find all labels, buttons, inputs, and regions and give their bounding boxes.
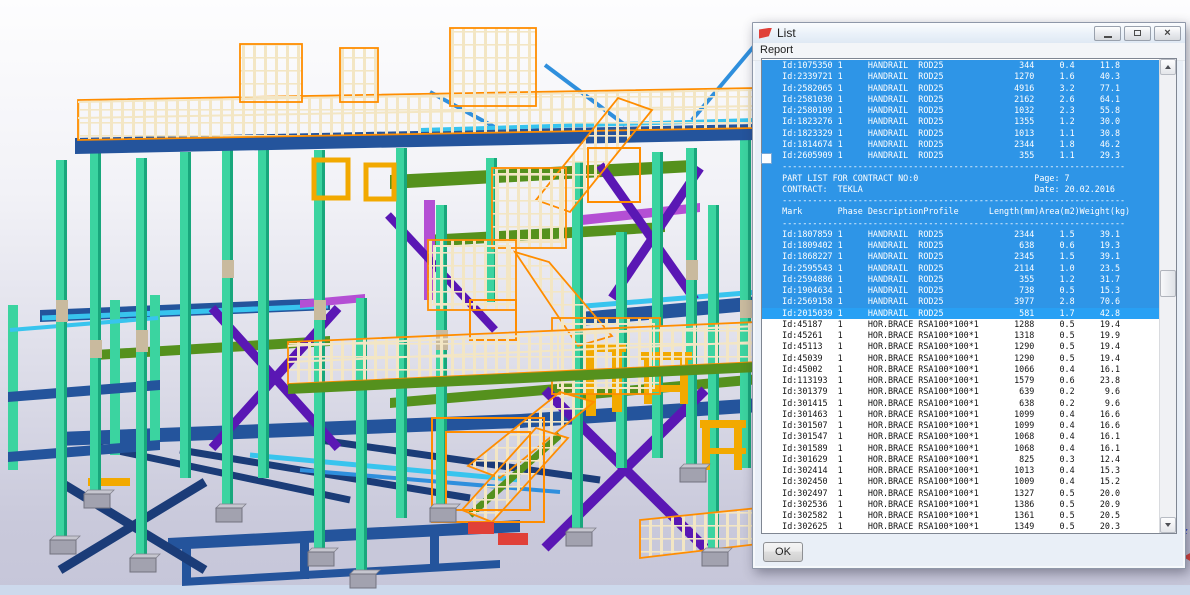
report-line[interactable]: Id:302497 1 HOR.BRACE RSA100*100*1 1327 … xyxy=(762,488,1159,499)
close-icon: × xyxy=(1164,28,1170,39)
report-body[interactable]: Id:1075350 1 HANDRAIL ROD25 344 0.4 11.8… xyxy=(762,60,1159,533)
vertical-scrollbar[interactable] xyxy=(1159,59,1176,533)
report-listbox[interactable]: Id:1075350 1 HANDRAIL ROD25 344 0.4 11.8… xyxy=(761,58,1177,534)
report-line[interactable]: Id:302625 1 HOR.BRACE RSA100*100*1 1349 … xyxy=(762,521,1159,532)
report-line[interactable]: Id:1823329 1 HANDRAIL ROD25 1013 1.1 30.… xyxy=(762,128,1159,139)
report-line[interactable]: ----------------------------------------… xyxy=(762,218,1159,229)
report-line[interactable]: Id:301547 1 HOR.BRACE RSA100*100*1 1068 … xyxy=(762,431,1159,442)
close-button[interactable]: × xyxy=(1154,26,1181,41)
minimize-icon xyxy=(1104,36,1112,38)
report-line[interactable]: ----------------------------------------… xyxy=(762,161,1159,172)
report-line[interactable]: Id:1823276 1 HANDRAIL ROD25 1355 1.2 30.… xyxy=(762,116,1159,127)
report-line[interactable]: Id:45039 1 HOR.BRACE RSA100*100*1 1290 0… xyxy=(762,353,1159,364)
report-line[interactable]: Id:302536 1 HOR.BRACE RSA100*100*1 1386 … xyxy=(762,499,1159,510)
report-line[interactable]: Id:302414 1 HOR.BRACE RSA100*100*1 1013 … xyxy=(762,465,1159,476)
report-line[interactable]: PART LIST FOR CONTRACT NO:0 Page: 7 xyxy=(762,173,1159,184)
report-line[interactable]: Id:302582 1 HOR.BRACE RSA100*100*1 1361 … xyxy=(762,510,1159,521)
report-line[interactable]: Id:1904634 1 HANDRAIL ROD25 738 0.5 15.3 xyxy=(762,285,1159,296)
report-line[interactable]: Id:301507 1 HOR.BRACE RSA100*100*1 1099 … xyxy=(762,420,1159,431)
scroll-down-button[interactable] xyxy=(1160,517,1176,533)
report-line[interactable]: Id:301415 1 HOR.BRACE RSA100*100*1 638 0… xyxy=(762,398,1159,409)
report-line[interactable]: Id:302450 1 HOR.BRACE RSA100*100*1 1009 … xyxy=(762,476,1159,487)
report-line[interactable]: Id:45187 1 HOR.BRACE RSA100*100*1 1288 0… xyxy=(762,319,1159,330)
report-line[interactable]: CONTRACT: TEKLA Date: 20.02.2016 xyxy=(762,184,1159,195)
report-line[interactable]: Id:2582065 1 HANDRAIL ROD25 4916 3.2 77.… xyxy=(762,83,1159,94)
scroll-up-icon xyxy=(1165,65,1171,69)
maximize-button[interactable] xyxy=(1124,26,1151,41)
report-line[interactable]: Id:1807859 1 HANDRAIL ROD25 2344 1.5 39.… xyxy=(762,229,1159,240)
report-line[interactable]: Id:2581030 1 HANDRAIL ROD25 2162 2.6 64.… xyxy=(762,94,1159,105)
window-title: List xyxy=(777,23,1091,43)
scroll-down-icon xyxy=(1165,523,1171,527)
scrollbar-thumb[interactable] xyxy=(1160,270,1176,297)
maximize-icon xyxy=(1134,30,1141,36)
title-bar[interactable]: List × xyxy=(753,23,1185,43)
caret-marker xyxy=(761,153,772,164)
report-line[interactable]: Id:301379 1 HOR.BRACE RSA100*100*1 639 0… xyxy=(762,386,1159,397)
screen: { "window": { "title": "List", "menu_ite… xyxy=(0,0,1190,595)
scroll-up-button[interactable] xyxy=(1160,59,1176,75)
report-line[interactable]: Id:301629 1 HOR.BRACE RSA100*100*1 825 0… xyxy=(762,454,1159,465)
report-line[interactable]: Id:2594886 1 HANDRAIL ROD25 355 1.2 31.7 xyxy=(762,274,1159,285)
report-line[interactable]: Id:2569158 1 HANDRAIL ROD25 3977 2.8 70.… xyxy=(762,296,1159,307)
minimize-button[interactable] xyxy=(1094,26,1121,41)
report-line[interactable]: Id:2015039 1 HANDRAIL ROD25 581 1.7 42.8 xyxy=(762,308,1159,319)
report-line[interactable]: Id:1814674 1 HANDRAIL ROD25 2344 1.8 46.… xyxy=(762,139,1159,150)
report-line[interactable]: ----------------------------------------… xyxy=(762,195,1159,206)
report-line[interactable]: Id:113193 1 HOR.BRACE RSA100*100*1 1579 … xyxy=(762,375,1159,386)
report-line[interactable]: Id:2339721 1 HANDRAIL ROD25 1270 1.6 40.… xyxy=(762,71,1159,82)
menu-item-report[interactable]: Report xyxy=(760,44,793,56)
ok-button[interactable]: OK xyxy=(763,542,803,562)
list-window: List × Report Id:1075350 1 HANDRAIL ROD2… xyxy=(752,22,1186,569)
top-walkway xyxy=(75,88,755,154)
report-line[interactable]: Id:301463 1 HOR.BRACE RSA100*100*1 1099 … xyxy=(762,409,1159,420)
report-line[interactable]: Id:2605909 1 HANDRAIL ROD25 355 1.1 29.3 xyxy=(762,150,1159,161)
report-line[interactable]: Id:2580109 1 HANDRAIL ROD25 1032 2.3 55.… xyxy=(762,105,1159,116)
report-line[interactable]: Id:1809402 1 HANDRAIL ROD25 638 0.6 19.3 xyxy=(762,240,1159,251)
report-line[interactable]: Id:1868227 1 HANDRAIL ROD25 2345 1.5 39.… xyxy=(762,251,1159,262)
report-line[interactable]: Id:1075350 1 HANDRAIL ROD25 344 0.4 11.8 xyxy=(762,60,1159,71)
report-line[interactable]: Id:301589 1 HOR.BRACE RSA100*100*1 1068 … xyxy=(762,443,1159,454)
report-line[interactable]: Id:45002 1 HOR.BRACE RSA100*100*1 1066 0… xyxy=(762,364,1159,375)
report-line[interactable]: Id:45261 1 HOR.BRACE RSA100*100*1 1318 0… xyxy=(762,330,1159,341)
report-line[interactable]: Id:2595543 1 HANDRAIL ROD25 2114 1.0 23.… xyxy=(762,263,1159,274)
report-line[interactable]: Id:45113 1 HOR.BRACE RSA100*100*1 1290 0… xyxy=(762,341,1159,352)
app-icon xyxy=(759,28,772,39)
report-line[interactable]: Mark Phase DescriptionProfile Length(mm)… xyxy=(762,206,1159,217)
